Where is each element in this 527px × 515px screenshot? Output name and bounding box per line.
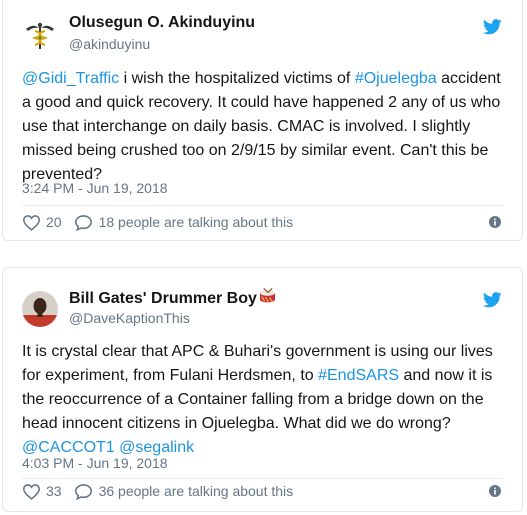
heart-icon[interactable] (22, 214, 41, 231)
talking-about-link[interactable]: 36 people are talking about this (99, 483, 294, 499)
talking-about-link[interactable]: 18 people are talking about this (99, 214, 294, 230)
mention-link[interactable]: @CACCOT1 (22, 439, 115, 456)
like-count[interactable]: 20 (46, 214, 62, 230)
user-handle[interactable]: @akinduyinu (69, 36, 150, 52)
hashtag-link[interactable]: #Ojuelegba (355, 70, 437, 87)
mention-link[interactable]: @Gidi_Traffic (22, 70, 119, 87)
tweet-card-1[interactable]: Olusegun O. Akinduyinu @akinduyinu @Gidi… (2, 0, 523, 241)
text-span: i wish the hospitalized victims of (119, 70, 355, 87)
display-name-text: Bill Gates' Drummer Boy (69, 290, 257, 307)
hashtag-link[interactable]: #EndSARS (318, 367, 399, 384)
divider (22, 478, 503, 479)
avatar[interactable] (22, 17, 58, 53)
mention-link[interactable]: @segalink (119, 439, 194, 456)
heart-icon[interactable] (22, 483, 41, 500)
like-count[interactable]: 33 (46, 483, 62, 499)
person-photo-icon (22, 291, 58, 327)
display-name[interactable]: Bill Gates' Drummer Boy (69, 288, 277, 308)
caduceus-logo-icon (22, 17, 58, 53)
tweet-actions: 33 36 people are talking about this (22, 480, 293, 502)
tweet-actions: 20 18 people are talking about this (22, 211, 293, 233)
twitter-bird-icon[interactable] (483, 292, 502, 308)
speech-bubble-icon[interactable] (74, 214, 93, 231)
tweet-card-2[interactable]: Bill Gates' Drummer Boy @DaveKaptionThis… (2, 267, 523, 512)
divider (22, 205, 503, 206)
timestamp[interactable]: 3:24 PM - Jun 19, 2018 (22, 180, 168, 196)
avatar[interactable] (22, 291, 58, 327)
tweet-text: @Gidi_Traffic i wish the hospitalized vi… (22, 67, 512, 187)
info-icon[interactable] (489, 485, 501, 497)
twitter-bird-icon[interactable] (483, 19, 502, 35)
user-handle[interactable]: @DaveKaptionThis (69, 310, 190, 326)
tweet-text: It is crystal clear that APC & Buhari's … (22, 340, 512, 460)
info-icon[interactable] (489, 216, 501, 228)
timestamp[interactable]: 4:03 PM - Jun 19, 2018 (22, 455, 168, 471)
display-name[interactable]: Olusegun O. Akinduyinu (69, 14, 255, 32)
speech-bubble-icon[interactable] (74, 483, 93, 500)
drum-emoji (259, 288, 275, 303)
